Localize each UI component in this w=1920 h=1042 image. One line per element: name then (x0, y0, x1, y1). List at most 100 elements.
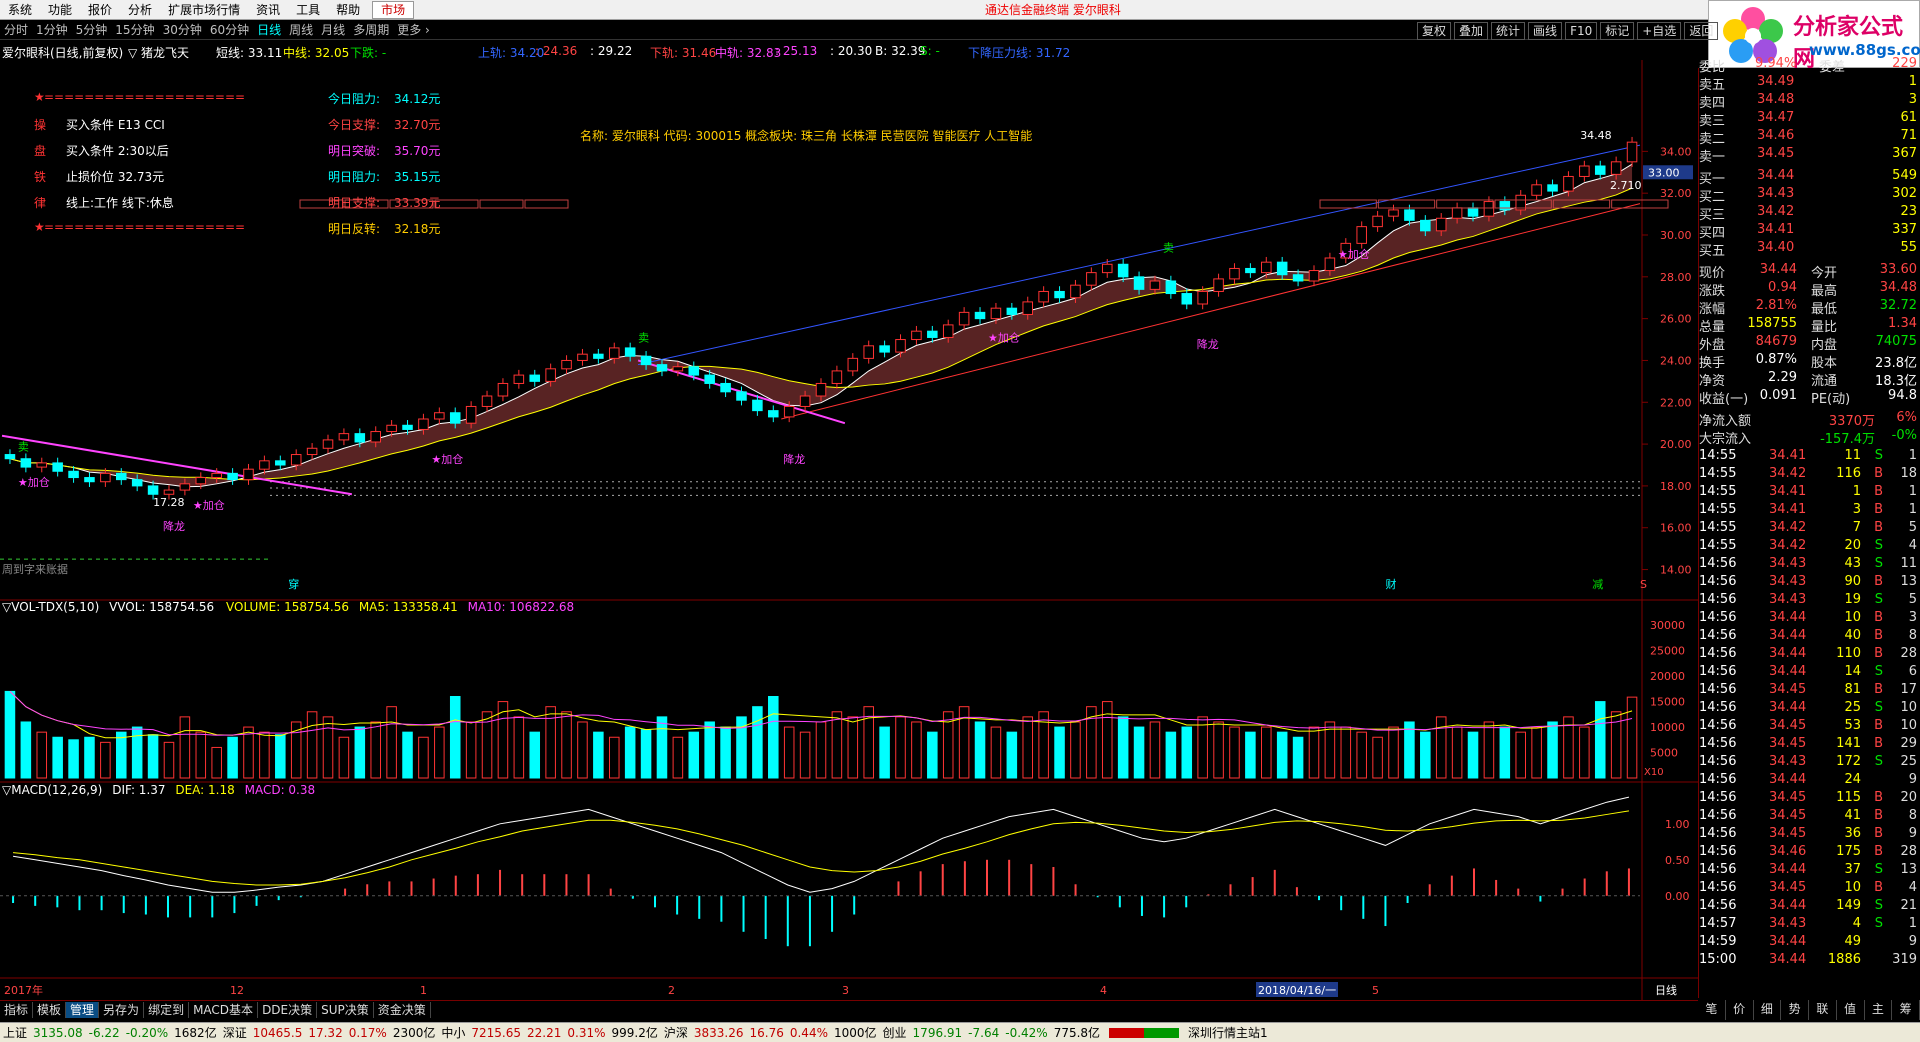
tool-button-4[interactable]: F10 (1565, 22, 1598, 40)
menu-item-1[interactable]: 功能 (40, 0, 80, 20)
stat-row-0: 现价 34.44 今开 33.60 (1699, 262, 1920, 281)
server-status[interactable]: 深圳行情主站1 (1185, 1024, 1271, 1041)
level-value-3: 35.15元 (394, 170, 441, 184)
volume-bar (1054, 726, 1065, 779)
menu-item-4[interactable]: 扩展市场行情 (160, 0, 248, 20)
index-value-4: 1796.91 (912, 1025, 963, 1040)
main-chart[interactable]: 34.0032.0030.0028.0026.0024.0022.0020.00… (0, 60, 1698, 1000)
candle (1117, 263, 1129, 278)
event-marker-2[interactable]: 减 (1592, 578, 1603, 591)
tick-count: 3 (1908, 610, 1917, 625)
period-tab-5[interactable]: 60分钟 (206, 21, 253, 38)
quote-tab-4[interactable]: 联 (1809, 1000, 1837, 1020)
index-value-0: 3135.08 (33, 1025, 83, 1040)
tool-button-3[interactable]: 画线 (1528, 22, 1563, 40)
volume-bar (131, 726, 143, 779)
indicator-tab-5[interactable]: MACD基本 (189, 1001, 259, 1018)
tick-time: 14:56 (1699, 844, 1737, 859)
index-name-2[interactable]: 中小 (438, 1024, 468, 1041)
indicator-tab-8[interactable]: 资金决策 (374, 1001, 431, 1018)
event-marker-3[interactable]: S (1640, 578, 1647, 591)
event-marker-0[interactable]: 穿 (288, 577, 299, 591)
sell-row-3: 卖二 34.46 71 (1699, 128, 1920, 147)
index-name-3[interactable]: 沪深 (661, 1024, 691, 1041)
candle (720, 382, 731, 393)
tick-row-9: 14:56 34.44 10 B 3 (1699, 610, 1920, 628)
period-tab-0[interactable]: 分时 (0, 21, 32, 38)
indicator-tab-6[interactable]: DDE决策 (258, 1001, 318, 1018)
volume-bar (672, 736, 684, 779)
menu-item-3[interactable]: 分析 (120, 0, 160, 20)
buy-label: 买五 (1699, 244, 1726, 259)
formula-name[interactable]: ▽ 猪龙飞天 (128, 44, 189, 61)
quote-tab-0[interactable]: 笔 (1698, 1000, 1726, 1020)
indicator-tab-2[interactable]: 管理 (66, 1001, 100, 1018)
index-name-0[interactable]: 上证 (0, 1024, 30, 1041)
volume-bar (1149, 721, 1161, 779)
index-name-1[interactable]: 深证 (220, 1024, 250, 1041)
indicator-tab-0[interactable]: 指标 (0, 1001, 34, 1018)
indicator-tab-3[interactable]: 另存为 (99, 1001, 145, 1018)
tool-button-1[interactable]: 叠加 (1454, 22, 1489, 40)
quote-tab-3[interactable]: 势 (1781, 1000, 1809, 1020)
stock-name[interactable]: 爱尔眼科(日线,前复权) (2, 44, 123, 61)
price-tick-1: 32.00 (1660, 187, 1692, 200)
menu-market-button[interactable]: 市场 (372, 0, 415, 19)
buy-row-4: 买五 34.40 55 (1699, 240, 1920, 259)
tick-time: 14:56 (1699, 592, 1737, 607)
tool-button-7[interactable]: 返回 (1684, 22, 1719, 40)
menu-item-0[interactable]: 系统 (0, 0, 40, 20)
tool-button-6[interactable]: +自选 (1637, 22, 1682, 40)
macd-title[interactable]: ▽MACD(12,26,9) (2, 783, 102, 797)
index-name-4[interactable]: 创业 (880, 1024, 910, 1041)
menu-item-5[interactable]: 资讯 (248, 0, 288, 20)
tool-button-0[interactable]: 复权 (1417, 22, 1452, 40)
period-tab-2[interactable]: 5分钟 (72, 21, 112, 38)
period-tab-4[interactable]: 30分钟 (159, 21, 206, 38)
index-value-3: 3833.26 (693, 1025, 744, 1040)
quote-tab-7[interactable]: 筹 (1892, 1000, 1920, 1020)
tick-dir: B (1874, 628, 1883, 643)
period-tab-6[interactable]: 日线 (253, 21, 285, 38)
period-tab-3[interactable]: 15分钟 (111, 21, 158, 38)
volume-bar (1435, 716, 1447, 779)
volume-bar (1070, 721, 1081, 779)
sell-qty: 1 (1908, 74, 1917, 89)
period-tab-1[interactable]: 1分钟 (32, 21, 72, 38)
quote-tab-2[interactable]: 细 (1754, 1000, 1782, 1020)
level-label-2: 明日突破: (328, 144, 381, 158)
period-tab-10[interactable]: 更多 › (393, 21, 434, 38)
volume-bar (354, 726, 366, 779)
volume-bar (529, 731, 541, 779)
strategy-text-2: 买入条件 2:30以后 (66, 144, 169, 158)
buy-row-3: 买四 34.41 337 (1699, 222, 1920, 241)
period-tab-7[interactable]: 周线 (285, 21, 317, 38)
add-signal-3: ★加仓 (988, 331, 1020, 345)
tick-qty: 90 (1844, 574, 1861, 589)
stat-label2: 量比 (1811, 320, 1838, 335)
menu-item-7[interactable]: 帮助 (328, 0, 368, 20)
quote-tab-1[interactable]: 价 (1726, 1000, 1754, 1020)
tick-price: 34.45 (1769, 682, 1807, 697)
vol-title[interactable]: ▽VOL-TDX(5,10) (2, 600, 99, 614)
quote-tab-5[interactable]: 值 (1837, 1000, 1865, 1020)
menu-item-6[interactable]: 工具 (288, 0, 328, 20)
tick-dir: B (1874, 520, 1883, 535)
menu-item-2[interactable]: 报价 (80, 0, 120, 20)
event-marker-1[interactable]: 财 (1386, 577, 1397, 591)
period-tab-9[interactable]: 多周期 (349, 21, 393, 38)
indicator-tab-1[interactable]: 模板 (33, 1001, 67, 1018)
indicator-tab-4[interactable]: 绑定到 (144, 1001, 190, 1018)
tick-dir: S (1874, 754, 1883, 769)
sell-label: 卖四 (1699, 96, 1726, 111)
period-tab-8[interactable]: 月线 (317, 21, 349, 38)
indicator-tab-7[interactable]: SUP决策 (317, 1001, 374, 1018)
candle (338, 433, 350, 441)
tool-button-2[interactable]: 统计 (1491, 22, 1526, 40)
tick-qty: 41 (1844, 808, 1861, 823)
candle (1197, 290, 1208, 305)
tool-button-5[interactable]: 标记 (1600, 22, 1635, 40)
date-axis-period[interactable]: 日线 (1655, 983, 1677, 997)
tick-price: 34.44 (1769, 772, 1807, 787)
quote-tab-6[interactable]: 主 (1865, 1000, 1893, 1020)
